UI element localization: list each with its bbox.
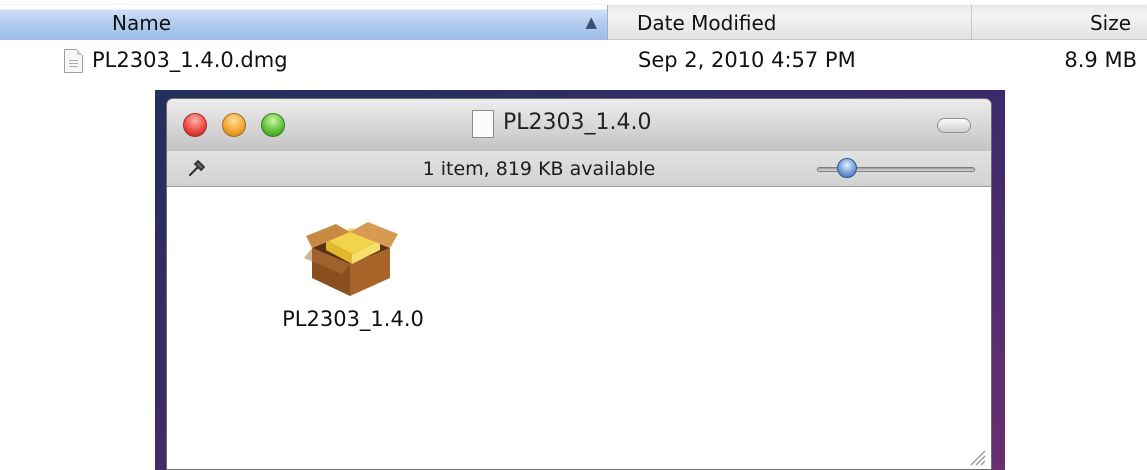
window-titlebar[interactable]: PL2303_1.4.0 xyxy=(167,99,991,151)
close-button[interactable] xyxy=(183,113,207,137)
package-icon xyxy=(304,222,398,296)
column-size-label: Size xyxy=(1089,10,1131,35)
file-name: PL2303_1.4.0.dmg xyxy=(92,48,288,72)
column-date-label: Date Modified xyxy=(637,10,777,35)
window-content: PL2303_1.4.0 xyxy=(167,188,991,469)
minimize-button[interactable] xyxy=(222,113,246,137)
status-bar: 1 item, 819 KB available xyxy=(167,151,991,187)
list-header: Name ▲ Date Modified Size xyxy=(0,0,1147,40)
sort-ascending-icon: ▲ xyxy=(585,13,597,31)
file-date-modified: Sep 2, 2010 4:57 PM xyxy=(638,48,856,72)
disk-image-proxy-icon[interactable] xyxy=(472,110,494,138)
package-label: PL2303_1.4.0 xyxy=(282,307,424,331)
file-size: 8.9 MB xyxy=(1064,48,1137,72)
column-name-label: Name xyxy=(112,10,172,35)
icon-size-slider-thumb[interactable] xyxy=(837,158,857,178)
package-item[interactable]: PL2303_1.4.0 xyxy=(271,208,431,331)
resize-grip-icon[interactable] xyxy=(965,445,987,467)
document-icon xyxy=(64,49,83,73)
file-row[interactable]: PL2303_1.4.0.dmg Sep 2, 2010 4:57 PM 8.9… xyxy=(0,40,1147,82)
column-header-name[interactable]: Name ▲ xyxy=(0,5,608,40)
window-title: PL2303_1.4.0 xyxy=(503,110,652,135)
toolbar-toggle-button[interactable] xyxy=(937,118,971,133)
finder-window: PL2303_1.4.0 1 item, 819 KB available PL… xyxy=(166,98,992,470)
column-header-size[interactable]: Size xyxy=(973,5,1147,40)
column-header-date-modified[interactable]: Date Modified xyxy=(609,5,972,40)
zoom-button[interactable] xyxy=(261,113,285,137)
